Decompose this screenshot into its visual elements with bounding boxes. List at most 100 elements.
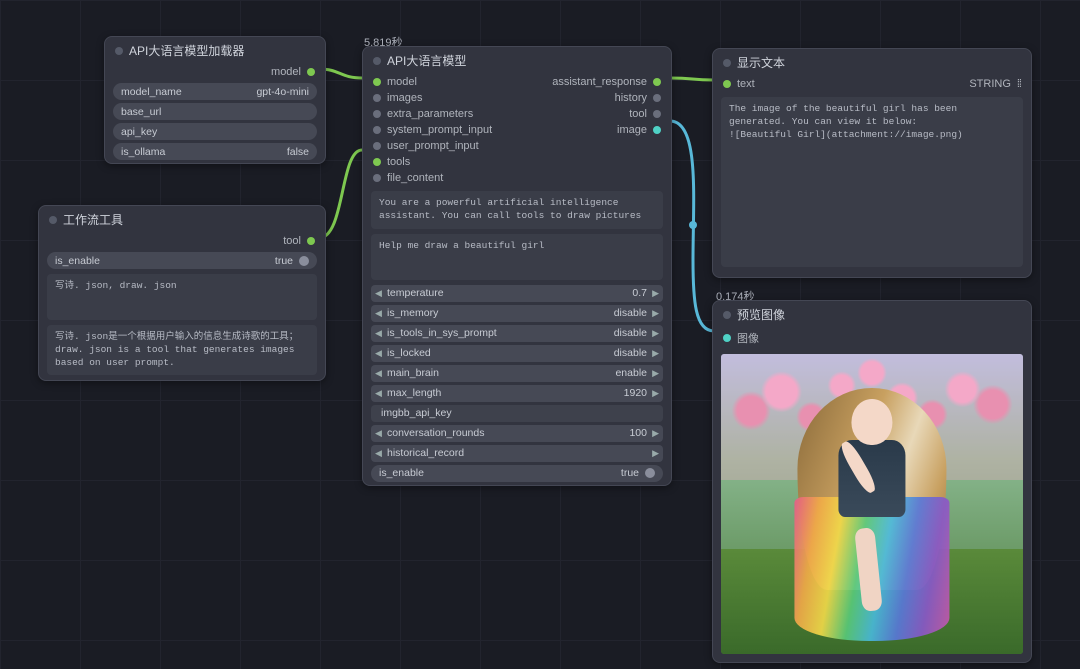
port-label: extra_parameters — [387, 108, 473, 120]
param-is-enable[interactable]: is_enable true — [371, 465, 663, 482]
input-port-user_prompt_input[interactable]: user_prompt_input — [373, 140, 479, 152]
node-title: API大语言模型 — [363, 47, 671, 74]
chevron-left-icon: ◀ — [375, 428, 382, 439]
node-api-loader[interactable]: API大语言模型加载器 model model_name gpt-4o-mini b… — [104, 36, 326, 164]
param-label: is_ollama — [121, 146, 165, 158]
node-preview-image[interactable]: 预览图像 图像 — [712, 300, 1032, 663]
port-dot — [373, 94, 381, 102]
chevron-right-icon: ▶ — [652, 368, 659, 379]
text-output[interactable]: The image of the beautiful girl has been… — [721, 97, 1023, 267]
port-label: tool — [629, 108, 647, 120]
input-port-images[interactable]: images — [373, 92, 422, 104]
param-is-enable[interactable]: is_enable true — [47, 252, 317, 269]
slider-value: disable — [614, 347, 657, 359]
user-prompt-input[interactable]: Help me draw a beautiful girl — [371, 234, 663, 280]
port-dot — [723, 334, 731, 342]
output-port-string[interactable]: STRING⁞⁞ — [969, 78, 1021, 90]
chevron-left-icon: ◀ — [375, 448, 382, 459]
chevron-right-icon: ▶ — [652, 308, 659, 319]
port-label: history — [615, 92, 647, 104]
param-model_name[interactable]: model_name gpt-4o-mini — [113, 83, 317, 100]
slider-main_brain[interactable]: ◀main_brainenable▶ — [371, 365, 663, 382]
slider-label: is_memory — [377, 307, 614, 319]
chevron-left-icon: ◀ — [375, 328, 382, 339]
param-label: model_name — [121, 86, 182, 98]
port-label: 图像 — [737, 330, 759, 346]
param-value: true — [275, 255, 293, 267]
slider-value: disable — [614, 327, 657, 339]
port-row: model assistant_response — [363, 74, 671, 90]
slider-conversation_rounds[interactable]: ◀conversation_rounds100▶ — [371, 425, 663, 442]
port-dot — [307, 68, 315, 76]
param-base_url[interactable]: base_url — [113, 103, 317, 120]
param-value: gpt-4o-mini — [256, 86, 309, 98]
port-row: extra_parameters tool — [363, 106, 671, 122]
port-label: file_content — [387, 172, 443, 184]
slider-label: main_brain — [377, 367, 615, 379]
toggle-icon — [645, 468, 655, 478]
system-prompt-input[interactable]: You are a powerful artificial intelligen… — [371, 191, 663, 229]
output-port-history[interactable]: history — [615, 92, 661, 104]
slider-is_memory[interactable]: ◀is_memorydisable▶ — [371, 305, 663, 322]
port-row: user_prompt_input — [363, 138, 671, 154]
input-port-text[interactable]: text — [723, 78, 755, 90]
slider-label: conversation_rounds — [377, 427, 629, 439]
param-value: true — [621, 467, 639, 479]
slider-is_locked[interactable]: ◀is_lockeddisable▶ — [371, 345, 663, 362]
port-row: system_prompt_input image — [363, 122, 671, 138]
param-label: imgbb_api_key — [377, 407, 452, 419]
input-port-file_content[interactable]: file_content — [373, 172, 443, 184]
output-port-tool[interactable]: tool — [39, 233, 325, 249]
port-label: system_prompt_input — [387, 124, 492, 136]
slider-is_tools_in_sys_prompt[interactable]: ◀is_tools_in_sys_promptdisable▶ — [371, 325, 663, 342]
port-label: tool — [283, 235, 301, 247]
port-row: file_content — [363, 170, 671, 186]
port-dot — [653, 126, 661, 134]
param-imgbb-api-key[interactable]: imgbb_api_key — [371, 405, 663, 422]
node-title: 显示文本 — [713, 49, 1031, 76]
input-port-image[interactable]: 图像 — [713, 328, 1031, 348]
node-api-llm[interactable]: API大语言模型 model assistant_responseimages hi… — [362, 46, 672, 486]
input-port-model[interactable]: model — [373, 76, 417, 88]
slider-max_length[interactable]: ◀max_length1920▶ — [371, 385, 663, 402]
output-port-image[interactable]: image — [617, 124, 661, 136]
port-label: user_prompt_input — [387, 140, 479, 152]
chevron-right-icon: ▶ — [652, 288, 659, 299]
port-dot — [373, 110, 381, 118]
port-dot — [723, 80, 731, 88]
port-dot — [653, 110, 661, 118]
slider-historical_record[interactable]: ◀historical_record ▶ — [371, 445, 663, 462]
node-title-label: 显示文本 — [737, 54, 785, 71]
port-dot — [653, 78, 661, 86]
node-title: 预览图像 — [713, 301, 1031, 328]
output-port-assistant_response[interactable]: assistant_response — [552, 76, 661, 88]
param-label: is_enable — [55, 255, 100, 267]
param-api_key[interactable]: api_key — [113, 123, 317, 140]
slider-temperature[interactable]: ◀temperature0.7▶ — [371, 285, 663, 302]
preview-image[interactable] — [721, 354, 1023, 654]
input-port-extra_parameters[interactable]: extra_parameters — [373, 108, 473, 120]
node-title-label: API大语言模型 — [387, 52, 466, 69]
grip-icon: ⁞⁞ — [1017, 78, 1021, 90]
input-port-system_prompt_input[interactable]: system_prompt_input — [373, 124, 492, 136]
chevron-right-icon: ▶ — [652, 448, 659, 459]
node-workflow-tool[interactable]: 工作流工具 tool is_enable true 写诗. json, draw… — [38, 205, 326, 381]
tool-text1[interactable]: 写诗. json, draw. json — [47, 274, 317, 320]
port-row: tools — [363, 154, 671, 170]
param-is_ollama[interactable]: is_ollamafalse — [113, 143, 317, 160]
chevron-right-icon: ▶ — [652, 388, 659, 399]
port-dot — [653, 94, 661, 102]
node-title-label: API大语言模型加载器 — [129, 42, 244, 59]
output-port-model[interactable]: model — [105, 64, 325, 80]
port-label: model — [271, 66, 301, 78]
port-dot — [373, 142, 381, 150]
input-port-tools[interactable]: tools — [373, 156, 410, 168]
output-port-tool[interactable]: tool — [629, 108, 661, 120]
slider-label: historical_record — [377, 447, 647, 459]
port-label: model — [387, 76, 417, 88]
node-show-text[interactable]: 显示文本 text STRING⁞⁞ The image of the beau… — [712, 48, 1032, 278]
chevron-left-icon: ◀ — [375, 368, 382, 379]
tool-text2[interactable]: 写诗. json是一个根据用户输入的信息生成诗歌的工具；draw. json i… — [47, 325, 317, 375]
port-label: assistant_response — [552, 76, 647, 88]
port-label: image — [617, 124, 647, 136]
